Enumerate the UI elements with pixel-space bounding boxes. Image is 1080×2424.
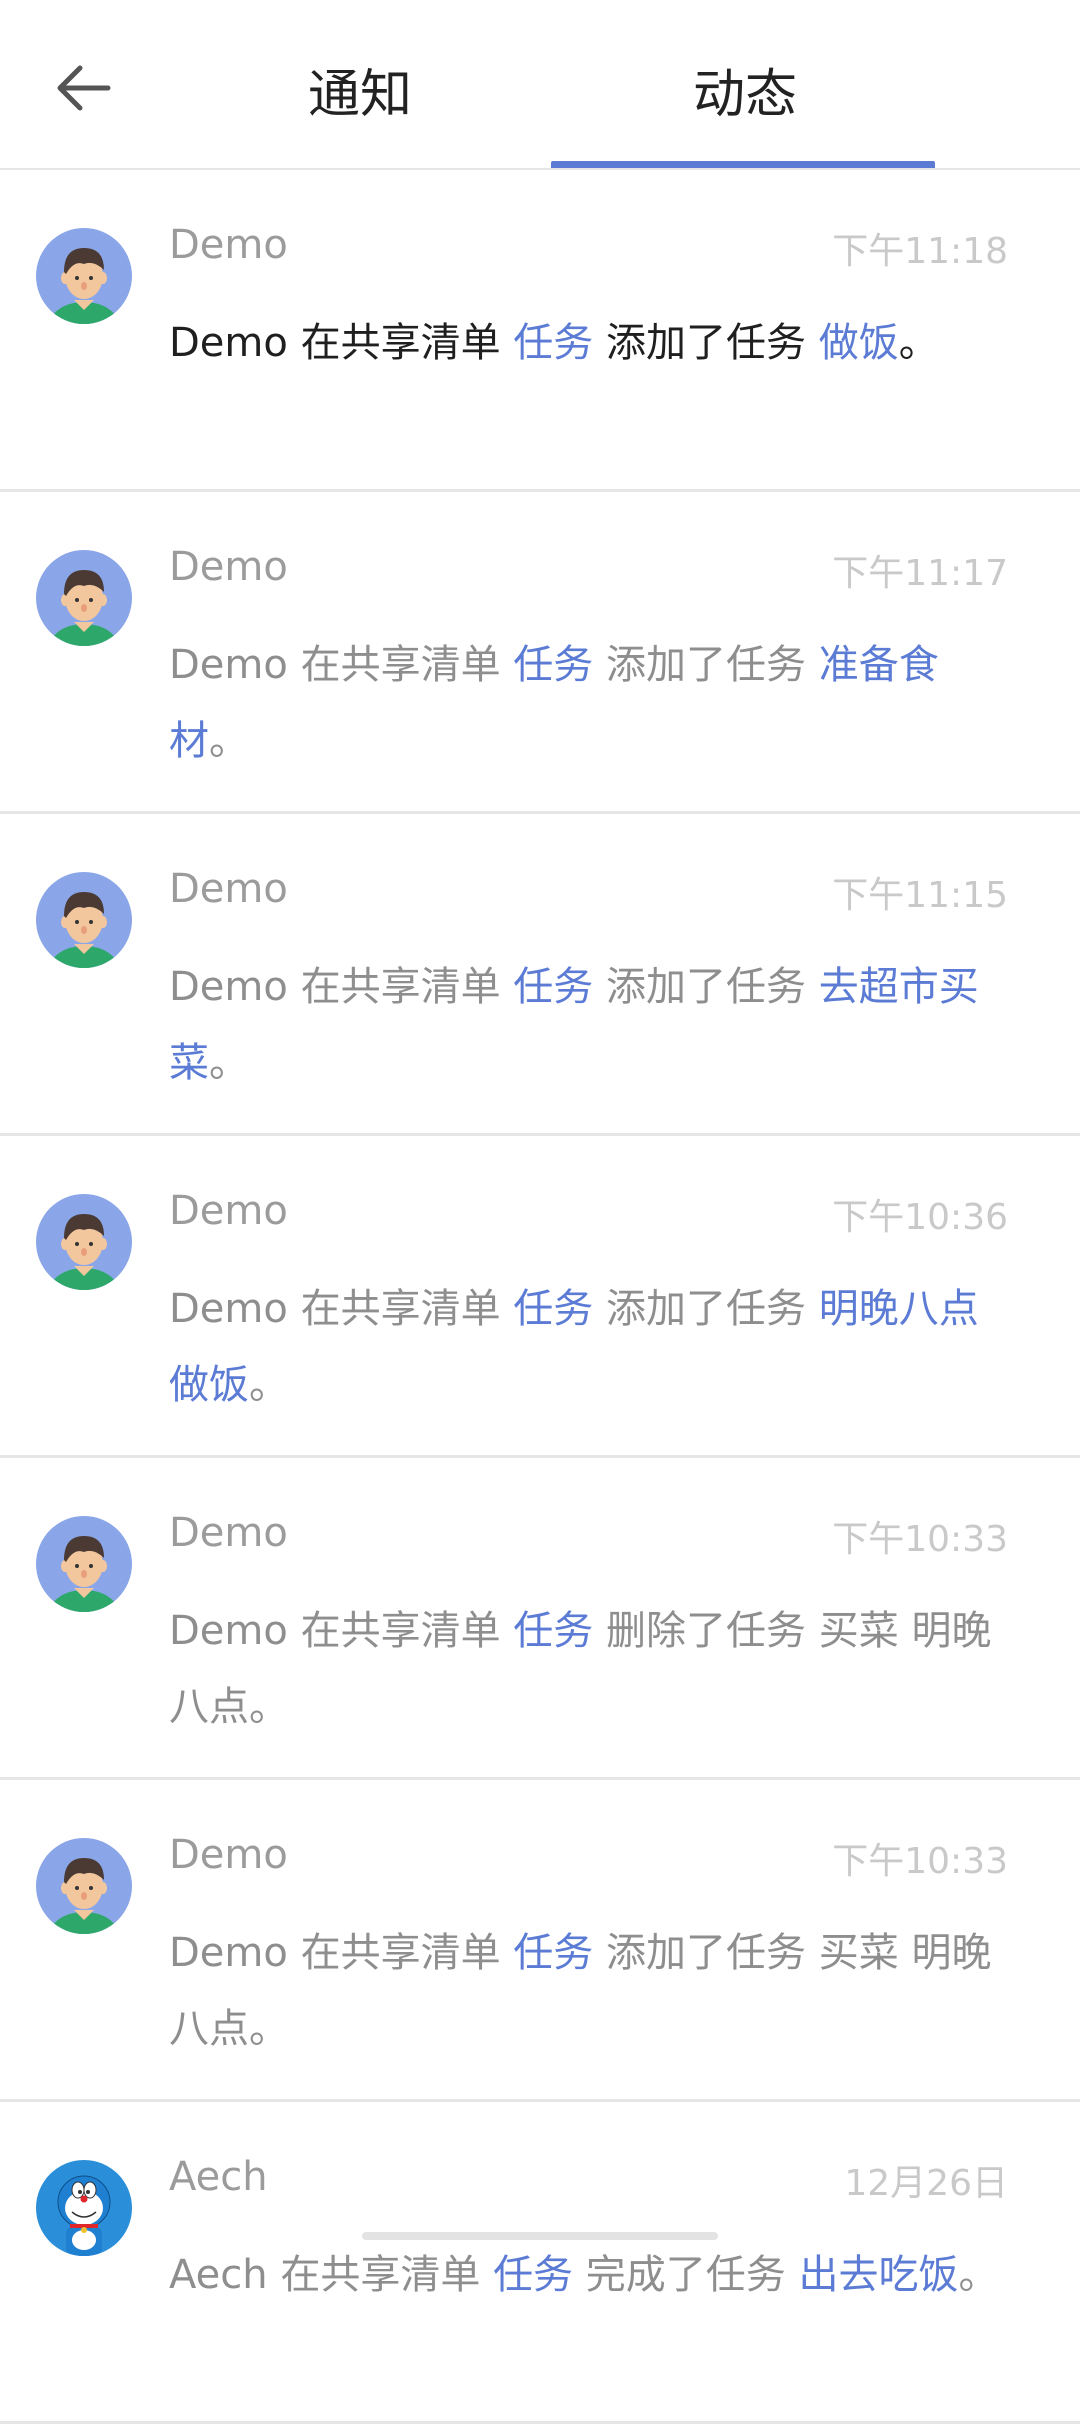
activity-item[interactable]: Demo 下午10:33 Demo 在共享清单 任务 添加了任务 买菜 明晚八点… [0, 1780, 1080, 2102]
tab-activity[interactable]: 动态 [645, 52, 845, 125]
message-end: 。 [898, 320, 939, 366]
user-avatar-icon[interactable] [36, 1194, 132, 1290]
activity-message: Aech 在共享清单 任务 完成了任务 出去吃饭。 [169, 2237, 1009, 2313]
activity-time: 下午10:33 [832, 1841, 1008, 1882]
actor-name: Demo [169, 1608, 288, 1654]
top-bar: 通知 动态 [0, 0, 1080, 170]
message-text: 在共享清单 [287, 1608, 514, 1654]
message-text: 在共享清单 [287, 1930, 514, 1976]
action-text: 完成了任务 [573, 2252, 799, 2298]
activity-time: 下午11:15 [832, 875, 1008, 916]
doraemon-avatar-icon[interactable] [36, 2160, 132, 2256]
activity-message: Demo 在共享清单 任务 添加了任务 准备食材。 [169, 627, 1009, 779]
user-name: Demo [169, 222, 288, 268]
activity-time: 下午10:36 [832, 1197, 1008, 1238]
activity-item[interactable]: Demo 下午10:33 Demo 在共享清单 任务 删除了任务 买菜 明晚八点… [0, 1458, 1080, 1780]
user-avatar-icon[interactable] [36, 550, 132, 646]
actor-name: Demo [169, 964, 288, 1010]
home-indicator[interactable] [362, 2232, 718, 2240]
activity-item[interactable]: Demo 下午10:36 Demo 在共享清单 任务 添加了任务 明晚八点做饭。 [0, 1136, 1080, 1458]
message-end: 。 [249, 2006, 289, 2052]
action-text: 添加了任务 [593, 964, 819, 1010]
user-avatar-icon[interactable] [36, 1838, 132, 1934]
activity-item[interactable]: Demo 下午11:17 Demo 在共享清单 任务 添加了任务 准备食材。 [0, 492, 1080, 814]
tab-notifications[interactable]: 通知 [260, 52, 460, 125]
actor-name: Demo [169, 1930, 288, 1976]
activity-time: 12月26日 [844, 2163, 1008, 2204]
list-link[interactable]: 任务 [493, 2252, 573, 2298]
activity-message: Demo 在共享清单 任务 添加了任务 去超市买菜。 [169, 949, 1009, 1101]
list-link[interactable]: 任务 [513, 1930, 593, 1976]
user-name: Demo [169, 866, 288, 912]
task-link[interactable]: 做饭 [819, 320, 899, 366]
message-end: 。 [209, 1040, 249, 1086]
message-end: 。 [249, 1362, 289, 1408]
list-link[interactable]: 任务 [513, 1286, 593, 1332]
actor-name: Demo [169, 1286, 288, 1332]
activity-time: 下午11:18 [832, 231, 1008, 272]
back-arrow-icon[interactable] [52, 56, 116, 120]
user-avatar-icon[interactable] [36, 1516, 132, 1612]
action-text: 添加了任务 [593, 320, 819, 366]
activity-feed: Demo 下午11:18 Demo 在共享清单 任务 添加了任务 做饭。 Dem… [0, 170, 1080, 2424]
list-link[interactable]: 任务 [513, 320, 593, 366]
activity-item[interactable]: Demo 下午11:15 Demo 在共享清单 任务 添加了任务 去超市买菜。 [0, 814, 1080, 1136]
message-end: 。 [958, 2252, 999, 2298]
message-end: 。 [209, 718, 249, 764]
message-text: 在共享清单 [287, 1286, 514, 1332]
user-avatar-icon[interactable] [36, 228, 132, 324]
activity-time: 下午11:17 [832, 553, 1008, 594]
activity-item[interactable]: Aech 12月26日 Aech 在共享清单 任务 完成了任务 出去吃饭。 [0, 2102, 1080, 2424]
list-link[interactable]: 任务 [513, 642, 593, 688]
user-name: Demo [169, 1188, 288, 1234]
activity-message: Demo 在共享清单 任务 添加了任务 做饭。 [169, 305, 1009, 381]
activity-time: 下午10:33 [832, 1519, 1008, 1560]
message-text: 在共享清单 [267, 2252, 494, 2298]
action-text: 添加了任务 [593, 642, 819, 688]
message-text: 在共享清单 [287, 642, 514, 688]
message-text: 在共享清单 [287, 964, 514, 1010]
activity-item[interactable]: Demo 下午11:18 Demo 在共享清单 任务 添加了任务 做饭。 [0, 170, 1080, 492]
action-text: 添加了任务 [593, 1286, 819, 1332]
list-link[interactable]: 任务 [513, 964, 593, 1010]
activity-message: Demo 在共享清单 任务 添加了任务 明晚八点做饭。 [169, 1271, 1009, 1423]
user-name: Demo [169, 1832, 288, 1878]
user-avatar-icon[interactable] [36, 872, 132, 968]
message-end: 。 [249, 1684, 289, 1730]
user-name: Demo [169, 1510, 288, 1556]
message-text: 在共享清单 [287, 320, 514, 366]
task-link[interactable]: 出去吃饭 [799, 2252, 959, 2298]
activity-message: Demo 在共享清单 任务 删除了任务 买菜 明晚八点。 [169, 1593, 1009, 1745]
user-name: Demo [169, 544, 288, 590]
actor-name: Aech [169, 2252, 268, 2298]
activity-message: Demo 在共享清单 任务 添加了任务 买菜 明晚八点。 [169, 1915, 1009, 2067]
actor-name: Demo [169, 320, 288, 366]
user-name: Aech [169, 2154, 268, 2200]
list-link[interactable]: 任务 [513, 1608, 593, 1654]
actor-name: Demo [169, 642, 288, 688]
